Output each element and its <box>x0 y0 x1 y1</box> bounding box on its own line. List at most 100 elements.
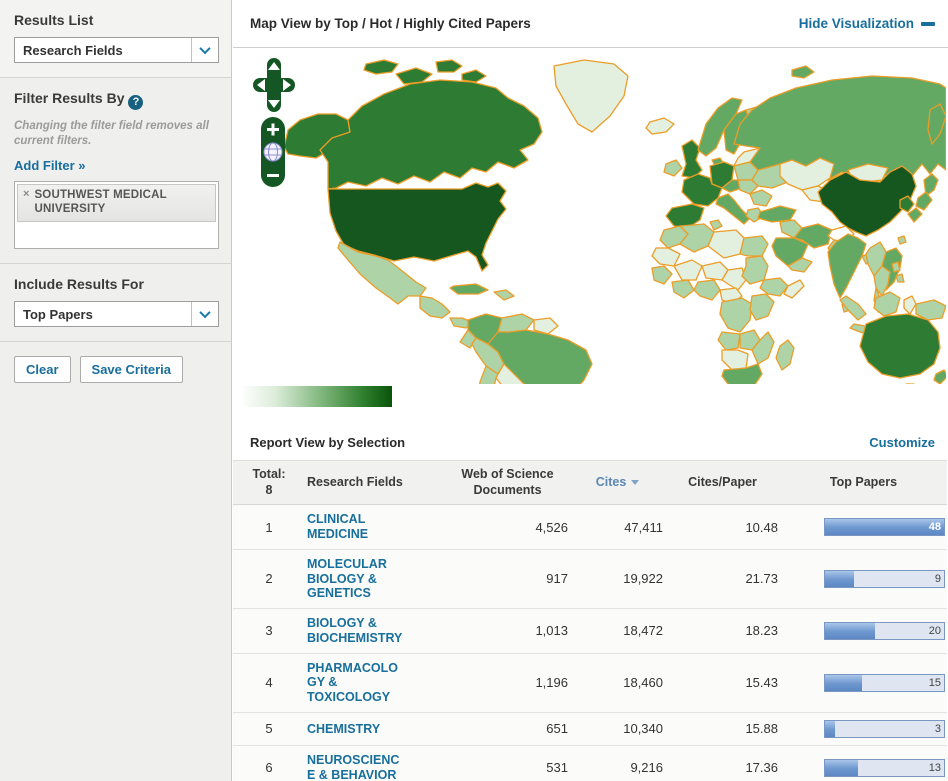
include-results-select[interactable]: Top Papers <box>14 301 219 327</box>
total-value: 8 <box>235 483 303 499</box>
documents-cell: 531 <box>445 745 570 781</box>
active-filters-box: × SOUTHWEST MEDICAL UNIVERSITY <box>14 181 219 249</box>
remove-filter-icon[interactable]: × <box>23 188 29 217</box>
top-papers-value: 13 <box>929 762 941 774</box>
add-filter-link[interactable]: Add Filter » <box>14 158 86 173</box>
cites-paper-cell: 17.36 <box>665 745 780 781</box>
cites-paper-cell: 21.73 <box>665 549 780 608</box>
table-row: 3 BIOLOGY & BIOCHEMISTRY 1,013 18,472 18… <box>233 609 947 654</box>
research-field-cell: CLINICAL MEDICINE <box>305 505 445 550</box>
top-papers-bar-fill <box>825 675 862 691</box>
clear-button[interactable]: Clear <box>14 356 71 383</box>
rank-cell: 5 <box>233 712 305 745</box>
top-papers-cell: 13 <box>780 745 947 781</box>
customize-link[interactable]: Customize <box>869 435 935 450</box>
documents-cell: 1,196 <box>445 653 570 712</box>
table-row: 5 CHEMISTRY 651 10,340 15.88 3 <box>233 712 947 745</box>
map-zoom-control[interactable] <box>260 116 286 193</box>
top-papers-cell: 3 <box>780 712 947 745</box>
globe-icon <box>264 143 282 161</box>
filter-by-label: Filter Results By <box>14 90 124 106</box>
top-papers-bar[interactable]: 48 <box>824 518 945 536</box>
map-pan-control[interactable] <box>253 58 295 117</box>
chevron-down-icon <box>199 43 210 54</box>
table-row: 2 MOLECULAR BIOLOGY & GENETICS 917 19,92… <box>233 549 947 608</box>
top-papers-bar[interactable]: 15 <box>824 674 945 692</box>
zoom-out-icon <box>267 174 279 177</box>
sort-desc-icon <box>631 480 639 485</box>
rank-cell: 2 <box>233 549 305 608</box>
documents-cell: 917 <box>445 549 570 608</box>
results-list-heading: Results List <box>14 12 217 28</box>
sidebar: Results List Research Fields Filter Resu… <box>0 0 232 781</box>
cites-cell: 19,922 <box>570 549 665 608</box>
cites-paper-cell: 18.23 <box>665 609 780 654</box>
hide-visualization-link[interactable]: Hide Visualization <box>799 16 935 31</box>
results-list-select[interactable]: Research Fields <box>14 37 219 63</box>
top-papers-cell: 20 <box>780 609 947 654</box>
col-header-documents[interactable]: Web of Science Documents <box>445 461 570 505</box>
top-papers-bar-fill <box>825 519 944 535</box>
documents-cell: 4,526 <box>445 505 570 550</box>
top-papers-bar-fill <box>825 623 875 639</box>
table-row: 4 PHARMACOLOGY & TOXICOLOGY 1,196 18,460… <box>233 653 947 712</box>
results-list-section: Results List Research Fields <box>0 0 231 78</box>
map-view-header: Map View by Top / Hot / Highly Cited Pap… <box>233 0 948 48</box>
top-papers-bar-fill <box>825 721 835 737</box>
filter-note: Changing the filter field removes all cu… <box>14 119 217 149</box>
research-field-link[interactable]: MOLECULAR BIOLOGY & GENETICS <box>307 557 405 601</box>
report-table: Total: 8 Research Fields Web of Science … <box>233 460 947 781</box>
table-row: 6 NEUROSCIENCE & BEHAVIOR 531 9,216 17.3… <box>233 745 947 781</box>
research-field-link[interactable]: CHEMISTRY <box>307 722 380 737</box>
top-papers-bar[interactable]: 3 <box>824 720 945 738</box>
map-color-legend <box>242 386 392 407</box>
research-field-link[interactable]: NEUROSCIENCE & BEHAVIOR <box>307 753 405 781</box>
research-field-link[interactable]: PHARMACOLOGY & TOXICOLOGY <box>307 661 405 705</box>
world-map[interactable] <box>236 52 946 384</box>
main-panel: Map View by Top / Hot / Highly Cited Pap… <box>233 0 948 781</box>
col-header-research-fields[interactable]: Research Fields <box>305 461 445 505</box>
save-criteria-button[interactable]: Save Criteria <box>80 356 184 383</box>
research-field-cell: BIOLOGY & BIOCHEMISTRY <box>305 609 445 654</box>
include-results-section: Include Results For Top Papers <box>0 264 231 342</box>
col-header-cites[interactable]: Cites <box>570 461 665 505</box>
top-papers-value: 3 <box>935 723 941 735</box>
cites-cell: 47,411 <box>570 505 665 550</box>
col-header-top-papers[interactable]: Top Papers <box>780 461 947 505</box>
col-header-total: Total: 8 <box>233 461 305 505</box>
top-papers-bar[interactable]: 20 <box>824 622 945 640</box>
report-header: Report View by Selection Customize <box>233 425 948 460</box>
research-field-cell: PHARMACOLOGY & TOXICOLOGY <box>305 653 445 712</box>
top-papers-bar[interactable]: 13 <box>824 759 945 777</box>
include-results-selected-value: Top Papers <box>15 302 191 326</box>
col-header-cites-paper[interactable]: Cites/Paper <box>665 461 780 505</box>
sidebar-buttons: Clear Save Criteria <box>0 342 231 397</box>
include-results-select-arrow[interactable] <box>191 302 218 326</box>
rank-cell: 6 <box>233 745 305 781</box>
results-list-select-arrow[interactable] <box>191 38 218 62</box>
top-papers-value: 9 <box>935 573 941 585</box>
top-papers-bar-fill <box>825 571 854 587</box>
top-papers-bar[interactable]: 9 <box>824 570 945 588</box>
research-field-link[interactable]: CLINICAL MEDICINE <box>307 512 405 542</box>
filter-section: Filter Results By? Changing the filter f… <box>0 78 231 264</box>
include-results-heading: Include Results For <box>14 276 217 292</box>
filter-chip[interactable]: × SOUTHWEST MEDICAL UNIVERSITY <box>17 184 216 222</box>
total-label: Total: <box>235 467 303 483</box>
top-papers-value: 48 <box>929 521 941 533</box>
top-papers-bar-fill <box>825 760 858 776</box>
chevron-down-icon <box>199 307 210 318</box>
top-papers-cell: 48 <box>780 505 947 550</box>
report-table-header-row: Total: 8 Research Fields Web of Science … <box>233 461 947 505</box>
map-area <box>233 48 948 425</box>
help-icon[interactable]: ? <box>128 95 143 110</box>
top-papers-cell: 15 <box>780 653 947 712</box>
filter-chip-label: SOUTHWEST MEDICAL UNIVERSITY <box>34 188 210 217</box>
hide-visualization-label: Hide Visualization <box>799 16 914 31</box>
top-papers-value: 15 <box>929 677 941 689</box>
documents-cell: 1,013 <box>445 609 570 654</box>
cites-cell: 18,460 <box>570 653 665 712</box>
rank-cell: 4 <box>233 653 305 712</box>
research-field-link[interactable]: BIOLOGY & BIOCHEMISTRY <box>307 616 405 646</box>
top-papers-value: 20 <box>929 625 941 637</box>
